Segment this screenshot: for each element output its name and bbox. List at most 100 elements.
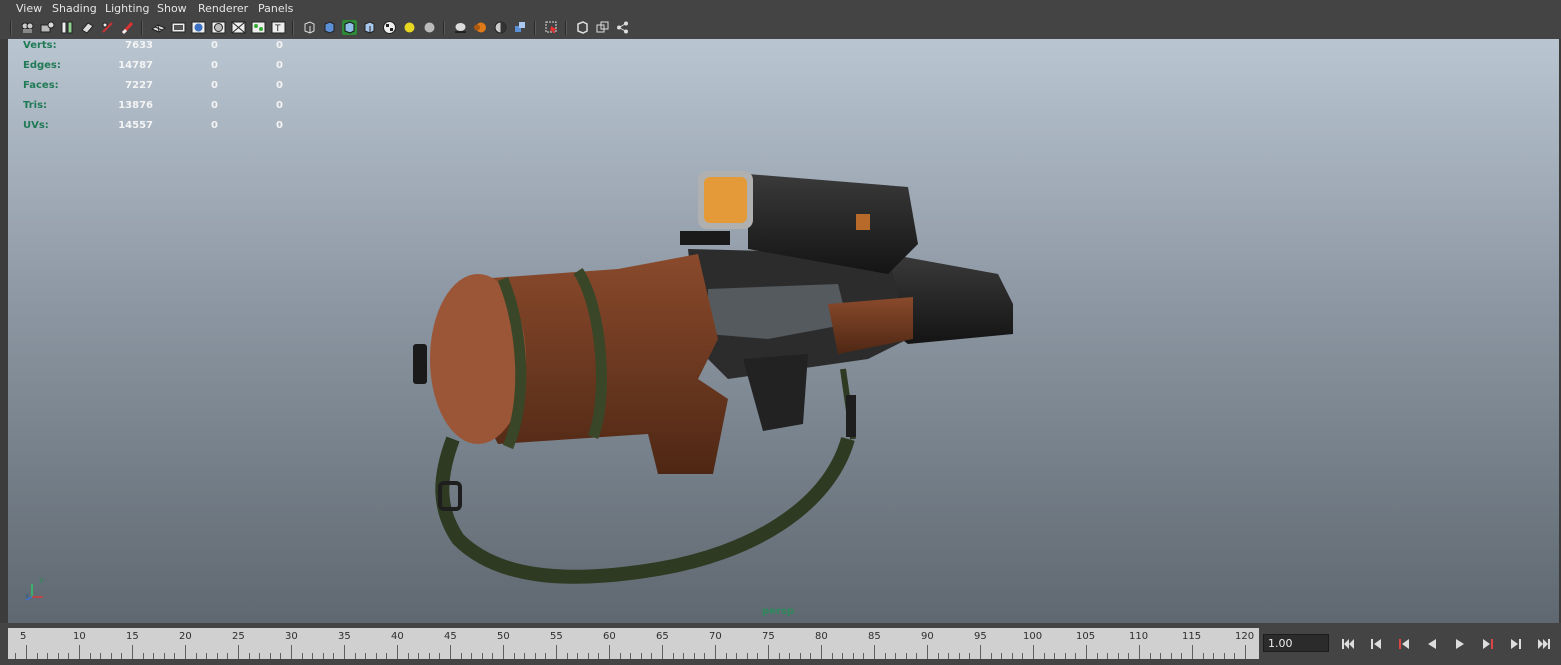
- timeline-tick-label: 100: [1023, 631, 1043, 642]
- toolbar-separator: [565, 21, 567, 35]
- timeline-tick: [789, 653, 791, 659]
- resolution-gate-icon[interactable]: [191, 20, 206, 35]
- timeline-tick: [57, 653, 59, 659]
- timeline-tick: [757, 653, 759, 659]
- camera-lock-icon[interactable]: [120, 20, 135, 35]
- default-material-icon[interactable]: [362, 20, 377, 35]
- depth-of-field-icon[interactable]: [513, 20, 528, 35]
- motion-blur-icon[interactable]: [473, 20, 488, 35]
- wireframe-on-shaded-icon[interactable]: [342, 20, 357, 35]
- grease-pencil-icon[interactable]: [100, 20, 115, 35]
- timeline-tick: [1096, 653, 1098, 659]
- timeline-tick-label: 15: [126, 631, 139, 642]
- select-camera-icon[interactable]: [20, 20, 35, 35]
- menu-lighting[interactable]: Lighting: [105, 2, 149, 15]
- timeline-tick: [142, 653, 144, 659]
- timeline-tick: [481, 653, 483, 659]
- timeline-tick: [36, 653, 38, 659]
- textured-icon[interactable]: [382, 20, 397, 35]
- timeline-tick: [884, 653, 886, 659]
- go-to-end-icon[interactable]: [1536, 636, 1552, 652]
- safe-title-icon-text[interactable]: T: [271, 20, 286, 35]
- film-gate-icon[interactable]: [171, 20, 186, 35]
- toolbar-separator: [534, 21, 536, 35]
- current-frame-field[interactable]: 1.00: [1263, 634, 1329, 652]
- timeline-tick: [1192, 645, 1193, 659]
- xray-components-icon[interactable]: [615, 20, 630, 35]
- timeline-tick: [799, 653, 801, 659]
- timeline-tick: [619, 653, 621, 659]
- timeline-tick: [1128, 653, 1130, 659]
- bookmarks-icon[interactable]: [60, 20, 75, 35]
- timeline-tick-label: 40: [391, 631, 404, 642]
- grid-icon[interactable]: [151, 20, 166, 35]
- scope-lens: [704, 177, 747, 223]
- timeline-tick: [958, 653, 960, 659]
- shadows-icon[interactable]: [422, 20, 437, 35]
- timeline-tick: [1202, 653, 1204, 659]
- timeline-tick: [121, 653, 123, 659]
- image-plane-icon[interactable]: [80, 20, 95, 35]
- perspective-viewport[interactable]: Verts: 7633 0 0 Edges: 14787 0 0 Faces: …: [8, 39, 1559, 623]
- scope-label: [856, 214, 870, 230]
- timeline-tick: [566, 653, 568, 659]
- timeline-tick-label: 45: [444, 631, 457, 642]
- safe-title-icon[interactable]: [251, 20, 266, 35]
- play-forwards-icon[interactable]: [1452, 636, 1468, 652]
- timeline-tick: [269, 653, 271, 659]
- timeline-tick: [238, 645, 239, 659]
- step-forward-frame-icon[interactable]: [1480, 636, 1496, 652]
- step-forward-key-icon[interactable]: [1508, 636, 1524, 652]
- timeline-tick: [746, 653, 748, 659]
- timeline-tick: [216, 653, 218, 659]
- play-backwards-icon[interactable]: [1424, 636, 1440, 652]
- timeline-tick-label: 80: [815, 631, 828, 642]
- timeline-tick: [132, 645, 133, 659]
- timeline-tick-label: 120: [1235, 631, 1255, 642]
- panel-toolbar: T: [0, 17, 1561, 39]
- timeline-tick: [163, 653, 165, 659]
- timeline-tick: [990, 653, 992, 659]
- smooth-shade-icon[interactable]: [322, 20, 337, 35]
- go-to-start-icon[interactable]: [1340, 636, 1356, 652]
- stock-sling-mount: [413, 344, 427, 384]
- timeline-tick: [831, 653, 833, 659]
- timeline-tick: [810, 653, 812, 659]
- timeline-tick: [556, 645, 557, 659]
- menu-renderer[interactable]: Renderer: [198, 2, 248, 15]
- timeline-tick: [874, 645, 875, 659]
- use-all-lights-icon[interactable]: [402, 20, 417, 35]
- isolate-select-icon[interactable]: [544, 20, 559, 35]
- timeline-tick: [206, 653, 208, 659]
- timeline-tick: [524, 653, 526, 659]
- multisample-aa-icon[interactable]: [493, 20, 508, 35]
- timeline-tick: [651, 653, 653, 659]
- time-ruler[interactable]: 5 10 15 20 25 30 35 40 45 50 55 60 65 70 75 80 85 90 95 100…: [8, 628, 1259, 659]
- xray-icon[interactable]: [575, 20, 590, 35]
- rifle-model[interactable]: [8, 39, 1559, 623]
- screen-space-ao-icon[interactable]: [453, 20, 468, 35]
- menu-show[interactable]: Show: [157, 2, 187, 15]
- timeline-tick: [1086, 645, 1087, 659]
- menu-panels[interactable]: Panels: [258, 2, 293, 15]
- timeline-tick: [725, 653, 727, 659]
- timeline-tick: [980, 645, 981, 659]
- timeline-tick: [821, 645, 822, 659]
- safe-action-icon[interactable]: [211, 20, 226, 35]
- step-back-key-icon[interactable]: [1368, 636, 1384, 652]
- svg-text:y: y: [39, 575, 44, 584]
- step-back-frame-icon[interactable]: [1396, 636, 1412, 652]
- menu-shading[interactable]: Shading: [52, 2, 97, 15]
- field-chart-icon[interactable]: [231, 20, 246, 35]
- timeline-tick: [609, 645, 610, 659]
- menu-view[interactable]: View: [16, 2, 42, 15]
- camera-attributes-icon[interactable]: [40, 20, 55, 35]
- timeline-tick: [1011, 653, 1013, 659]
- xray-joints-icon[interactable]: [595, 20, 610, 35]
- timeline-tick: [842, 653, 844, 659]
- wireframe-icon[interactable]: [302, 20, 317, 35]
- timeline-tick: [916, 653, 918, 659]
- axis-gizmo-icon: y x: [25, 575, 44, 601]
- timeline-tick: [1245, 645, 1246, 659]
- toolbar-separator: [443, 21, 445, 35]
